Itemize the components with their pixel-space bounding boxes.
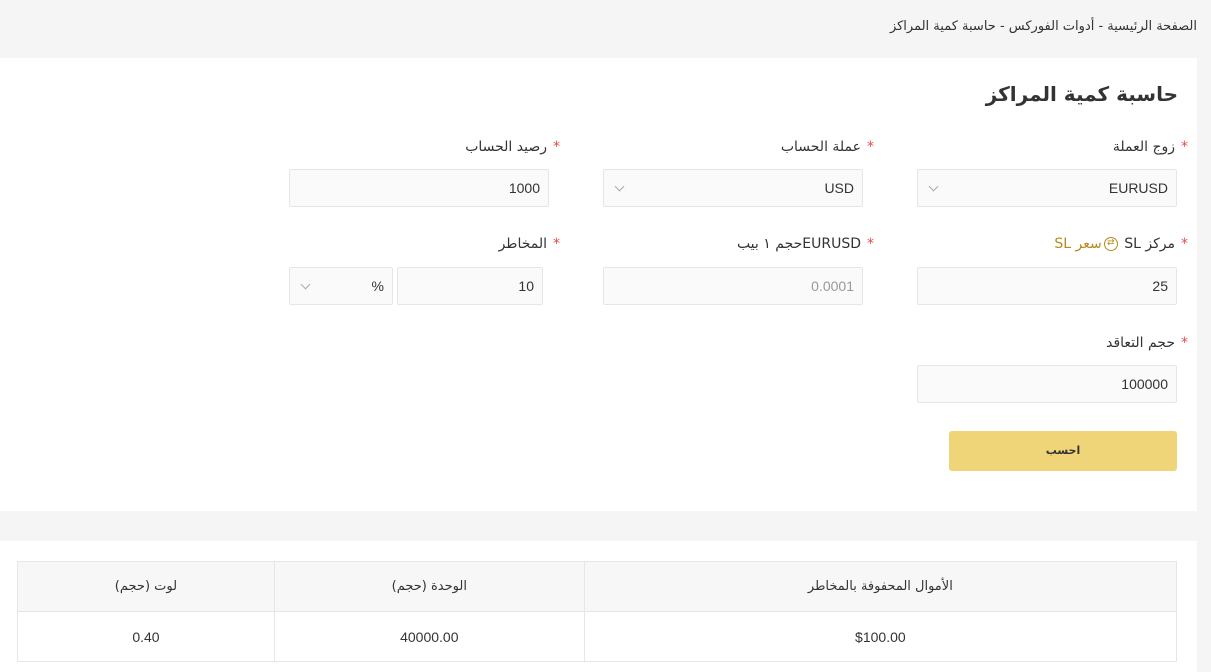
contract-size-label: *حجم التعاقد xyxy=(1106,335,1188,351)
required-mark: * xyxy=(553,236,560,252)
sl-price-link[interactable]: سعر SL xyxy=(1054,236,1101,252)
money-at-risk-cell: $100.00 xyxy=(583,611,1178,662)
units-cell: 40000.00 xyxy=(273,611,585,662)
contract-size-input[interactable]: 100000 xyxy=(917,365,1177,403)
chevron-down-icon xyxy=(614,181,625,192)
required-mark: * xyxy=(867,139,874,155)
table-row: $100.00 40000.00 0.40 xyxy=(17,611,1178,662)
chevron-down-icon xyxy=(300,279,311,290)
account-currency-select[interactable]: USD xyxy=(603,169,863,207)
account-balance-label: *رصيد الحساب xyxy=(465,139,560,155)
risk-label: *المخاطر xyxy=(498,236,560,252)
lots-cell: 0.40 xyxy=(17,611,275,662)
account-currency-label: *عملة الحساب xyxy=(780,139,874,155)
chevron-down-icon xyxy=(928,181,939,192)
calculate-button[interactable]: احسب xyxy=(949,431,1177,471)
risk-input[interactable]: 10 xyxy=(397,267,543,305)
sl-position-input[interactable]: 25 xyxy=(917,267,1177,305)
account-balance-input[interactable]: 1000 xyxy=(289,169,549,207)
currency-pair-label: *زوج العملة xyxy=(1112,139,1188,155)
required-mark: * xyxy=(553,139,560,155)
breadcrumb: الصفحة الرئيسية - أدوات الفوركس - حاسبة … xyxy=(889,19,1197,34)
required-mark: * xyxy=(1181,139,1188,155)
table-header-row: الأموال المحفوفة بالمخاطر الوحدة (حجم) ل… xyxy=(17,561,1178,612)
required-mark: * xyxy=(867,236,874,252)
risk-unit-select[interactable]: % xyxy=(289,267,393,305)
required-mark: * xyxy=(1181,236,1188,252)
sl-position-label: *مركز SL ⇄سعر SL xyxy=(1054,236,1188,252)
pip-size-label: *EURUSDحجم ١ بيب xyxy=(736,236,874,252)
page-title: حاسبة كمية المراكز xyxy=(985,82,1178,106)
column-header: لوت (حجم) xyxy=(17,561,275,612)
swap-icon[interactable]: ⇄ xyxy=(1103,237,1118,251)
currency-pair-select[interactable]: EURUSD xyxy=(917,169,1177,207)
pip-size-input: 0.0001 xyxy=(603,267,863,305)
column-header: الوحدة (حجم) xyxy=(273,561,585,612)
required-mark: * xyxy=(1181,335,1188,351)
column-header: الأموال المحفوفة بالمخاطر xyxy=(583,561,1178,612)
results-table: الأموال المحفوفة بالمخاطر الوحدة (حجم) ل… xyxy=(17,561,1178,662)
